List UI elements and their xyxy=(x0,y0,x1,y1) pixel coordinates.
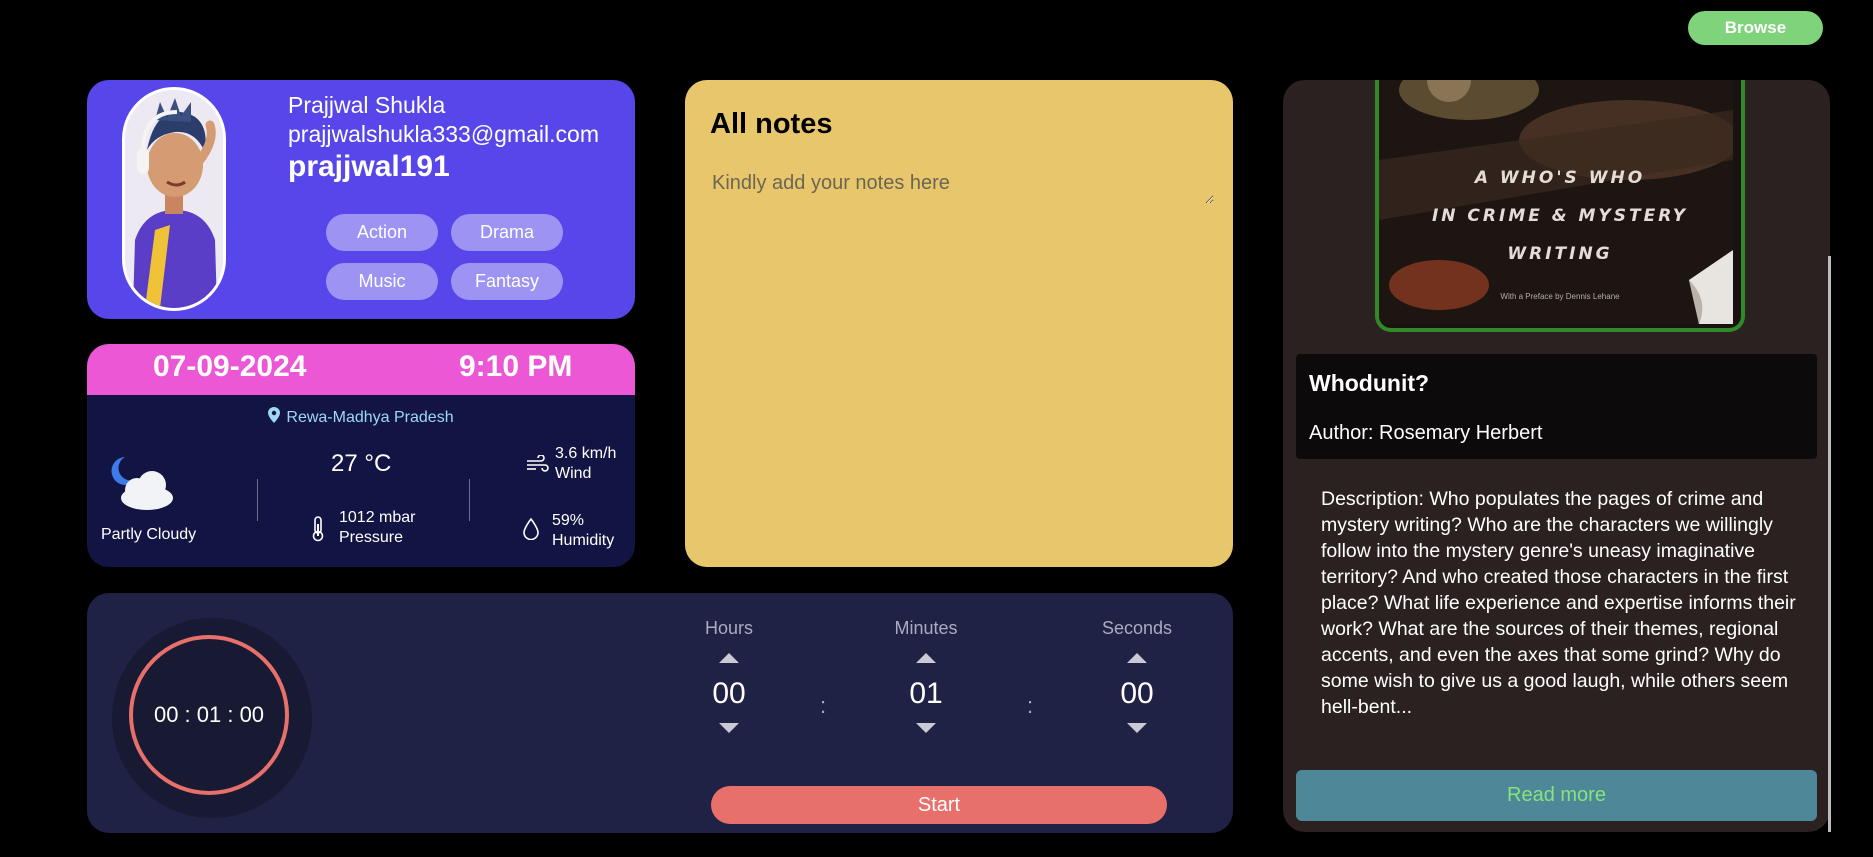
location-text: Rewa-Madhya Pradesh xyxy=(286,408,454,426)
avatar xyxy=(122,87,226,311)
seconds-up-arrow-icon[interactable] xyxy=(1127,653,1147,663)
book-author: Author: Rosemary Herbert xyxy=(1309,422,1543,444)
profile-name: Prajjwal Shukla xyxy=(288,92,446,118)
book-card: A WHO'S WHO IN CRIME & MYSTERY WRITING W… xyxy=(1283,80,1830,832)
wind-value: 3.6 km/h xyxy=(555,445,617,462)
hours-label: Hours xyxy=(704,618,753,638)
read-more-button[interactable]: Read more xyxy=(1296,770,1817,821)
timer-ring: 00 : 01 : 00 xyxy=(112,618,312,818)
time-separator: : xyxy=(820,693,827,718)
genre-chip-drama[interactable]: Drama xyxy=(451,214,563,251)
scrollbar[interactable] xyxy=(1828,256,1831,832)
humidity-block: 59% Humidity xyxy=(552,511,614,551)
hours-down-arrow-icon[interactable] xyxy=(719,723,739,733)
pressure-label: Pressure xyxy=(339,529,404,546)
seconds-down-arrow-icon[interactable] xyxy=(1127,723,1147,733)
cover-subtitle: With a Preface by Dennis Lehane xyxy=(1500,292,1620,301)
notes-textarea[interactable] xyxy=(710,170,1214,204)
location-pin-icon xyxy=(268,407,281,428)
seconds-column: Seconds 00 xyxy=(1077,618,1197,733)
minutes-value: 01 xyxy=(909,677,943,710)
hours-value: 00 xyxy=(712,677,746,710)
start-button[interactable]: Start xyxy=(711,786,1167,824)
humidity-value: 59% xyxy=(552,512,585,529)
pressure-value: 1012 mbar xyxy=(339,509,416,526)
thermometer-icon xyxy=(311,516,325,547)
divider xyxy=(469,479,470,521)
pressure-block: 1012 mbar Pressure xyxy=(339,508,416,548)
seconds-label: Seconds xyxy=(1101,618,1173,638)
book-info: Whodunit? Author: Rosemary Herbert xyxy=(1296,354,1817,459)
browse-button[interactable]: Browse xyxy=(1688,11,1823,45)
genre-chip-action[interactable]: Action xyxy=(326,214,438,251)
time-separator: : xyxy=(1027,693,1034,718)
hours-up-arrow-icon[interactable] xyxy=(719,653,739,663)
notes-card: All notes xyxy=(685,80,1233,567)
genre-chip-music[interactable]: Music xyxy=(326,263,438,300)
notes-title: All notes xyxy=(710,108,833,140)
book-cover: A WHO'S WHO IN CRIME & MYSTERY WRITING W… xyxy=(1375,80,1745,332)
minutes-label: Minutes xyxy=(894,618,958,638)
book-title: Whodunit? xyxy=(1309,370,1430,396)
partly-cloudy-icon xyxy=(107,454,177,517)
weather-date: 07-09-2024 xyxy=(153,350,307,383)
cover-line-2: IN CRIME & MYSTERY xyxy=(1431,206,1689,226)
cover-line-1: A WHO'S WHO xyxy=(1474,168,1646,188)
profile-email: prajjwalshukla333@gmail.com xyxy=(288,121,599,147)
humidity-drop-icon xyxy=(523,517,539,545)
timer-card: 00 : 01 : 00 Hours 00 : Minutes 01 : Sec… xyxy=(87,593,1233,833)
weather-location: Rewa-Madhya Pradesh xyxy=(87,407,635,428)
minutes-column: Minutes 01 xyxy=(866,618,986,733)
timer-display: 00 : 01 : 00 xyxy=(129,635,289,795)
weather-card: 07-09-2024 9:10 PM Rewa-Madhya Pradesh P… xyxy=(87,344,635,567)
wind-block: 3.6 km/h Wind xyxy=(555,444,616,484)
wind-icon xyxy=(525,454,549,480)
book-description: Description: Who populates the pages of … xyxy=(1321,488,1796,718)
humidity-label: Humidity xyxy=(552,532,615,549)
divider xyxy=(257,479,258,521)
weather-condition: Partly Cloudy xyxy=(101,526,197,543)
minutes-up-arrow-icon[interactable] xyxy=(916,653,936,663)
temperature: 27 °C xyxy=(331,450,392,477)
seconds-value: 00 xyxy=(1120,677,1154,710)
profile-username: prajjwal191 xyxy=(288,150,450,183)
weather-time: 9:10 PM xyxy=(459,350,573,383)
hours-column: Hours 00 xyxy=(669,618,789,733)
minutes-down-arrow-icon[interactable] xyxy=(916,723,936,733)
cover-line-3: WRITING xyxy=(1507,244,1613,264)
profile-card: Prajjwal Shukla prajjwalshukla333@gmail.… xyxy=(87,80,635,319)
wind-label: Wind xyxy=(555,465,592,482)
genre-chip-fantasy[interactable]: Fantasy xyxy=(451,263,563,300)
